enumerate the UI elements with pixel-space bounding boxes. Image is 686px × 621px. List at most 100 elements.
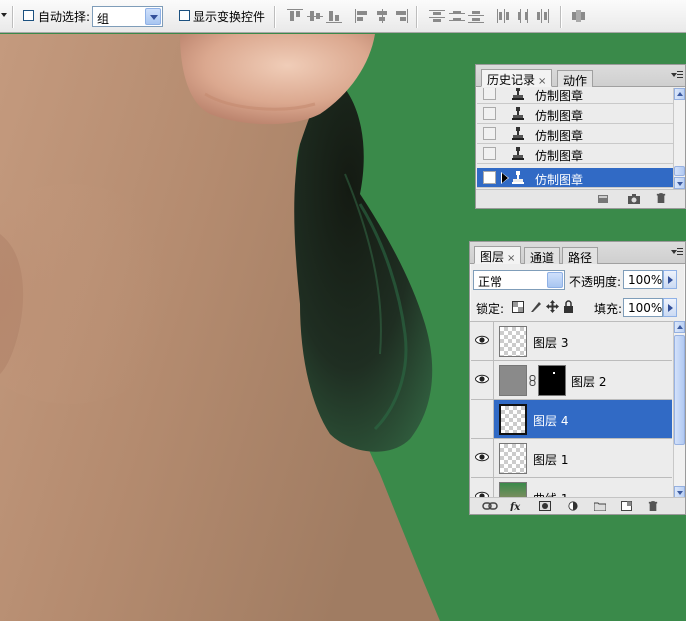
- layer-thumbnail: [499, 365, 527, 396]
- history-row[interactable]: 仿制图章: [477, 88, 673, 104]
- layer-thumbnail: [499, 443, 527, 474]
- visibility-cell[interactable]: [471, 439, 494, 477]
- new-document-from-state-icon[interactable]: [597, 194, 609, 204]
- align-horizontal-center-icon[interactable]: [374, 9, 390, 23]
- history-row[interactable]: 仿制图章: [477, 124, 673, 144]
- chevron-down-icon[interactable]: [547, 272, 563, 288]
- opacity-input[interactable]: 100%: [623, 270, 663, 289]
- layers-panel-tabs: 图层 × 通道 路径: [470, 242, 685, 265]
- fill-slider-icon[interactable]: [663, 298, 677, 317]
- layer-row-selected[interactable]: 图层 4: [471, 400, 672, 439]
- layer-thumbnail: [499, 404, 527, 435]
- panel-menu-icon[interactable]: [671, 248, 683, 258]
- distribute-bottom-icon[interactable]: [468, 9, 484, 23]
- history-panel-tabs: 历史记录 × 动作: [476, 65, 685, 88]
- new-layer-icon[interactable]: [621, 501, 633, 511]
- snapshot-checkbox[interactable]: [483, 147, 496, 160]
- eye-icon[interactable]: [475, 335, 489, 345]
- blend-mode-dropdown[interactable]: 正常: [473, 270, 565, 290]
- visibility-cell[interactable]: [471, 361, 494, 399]
- distribute-horizontal-center-icon[interactable]: [516, 9, 532, 23]
- close-icon[interactable]: ×: [507, 253, 515, 264]
- scroll-down-icon[interactable]: [674, 177, 685, 189]
- distribute-left-icon[interactable]: [496, 9, 512, 23]
- tab-layers[interactable]: 图层 ×: [474, 246, 522, 264]
- layer-mask-thumbnail[interactable]: [538, 365, 566, 396]
- align-left-icon[interactable]: [354, 9, 370, 23]
- add-mask-icon[interactable]: [539, 501, 551, 511]
- history-row[interactable]: 仿制图章: [477, 104, 673, 124]
- new-group-folder-icon[interactable]: [594, 501, 606, 511]
- auto-select-checkbox[interactable]: [23, 10, 34, 21]
- layer-name: 图层 3: [533, 336, 569, 350]
- layers-scrollbar[interactable]: [673, 321, 685, 498]
- eye-icon[interactable]: [475, 374, 489, 384]
- eye-icon[interactable]: [475, 452, 489, 462]
- tab-channels[interactable]: 通道: [524, 247, 561, 265]
- snapshot-checkbox[interactable]: [483, 88, 496, 100]
- scroll-up-icon[interactable]: [674, 88, 685, 100]
- snapshot-checkbox[interactable]: [483, 171, 496, 184]
- align-top-icon[interactable]: [287, 9, 303, 23]
- history-row-selected[interactable]: 仿制图章: [477, 168, 673, 188]
- chevron-down-icon[interactable]: [145, 8, 161, 25]
- snapshot-checkbox[interactable]: [483, 127, 496, 140]
- visibility-cell[interactable]: [471, 478, 494, 498]
- clone-stamp-icon: [512, 171, 524, 184]
- layers-list: 图层 3 图层 2 图层 4 图层 1: [470, 321, 685, 498]
- layer-row[interactable]: 图层 1: [471, 439, 672, 478]
- layer-row[interactable]: 曲线 1: [471, 478, 672, 498]
- distribute-top-icon[interactable]: [429, 9, 445, 23]
- panel-menu-icon[interactable]: [671, 71, 683, 81]
- align-bottom-icon[interactable]: [326, 9, 342, 23]
- tab-actions-label: 动作: [563, 74, 588, 88]
- distribute-vertical-center-icon[interactable]: [449, 9, 465, 23]
- trash-icon[interactable]: [655, 193, 667, 203]
- auto-select-dropdown[interactable]: 组: [92, 6, 163, 27]
- layer-row[interactable]: 图层 2: [471, 361, 672, 400]
- layer-row[interactable]: 图层 3: [471, 322, 672, 361]
- lock-position-icon[interactable]: [546, 300, 559, 313]
- fill-input[interactable]: 100%: [623, 298, 663, 317]
- tool-preset-dropdown-icon[interactable]: [1, 13, 7, 17]
- distribute-right-icon[interactable]: [535, 9, 551, 23]
- history-row-label: 仿制图章: [535, 129, 584, 143]
- scroll-up-icon[interactable]: [674, 321, 685, 333]
- visibility-cell[interactable]: [471, 322, 494, 360]
- lock-image-pixels-icon[interactable]: [529, 300, 542, 313]
- show-transform-checkbox[interactable]: [179, 10, 190, 21]
- history-list: 仿制图章 仿制图章 仿制图章 仿制图章 仿制图章: [476, 88, 685, 189]
- align-right-icon[interactable]: [393, 9, 409, 23]
- layer-name: 图层 1: [533, 453, 569, 467]
- history-row-label: 仿制图章: [535, 109, 584, 123]
- tab-history[interactable]: 历史记录 ×: [481, 69, 553, 87]
- history-row-label: 仿制图章: [535, 89, 584, 103]
- tab-layers-label: 图层: [480, 250, 505, 264]
- align-vertical-center-icon[interactable]: [307, 9, 323, 23]
- tab-paths[interactable]: 路径: [562, 247, 599, 265]
- clone-stamp-icon: [512, 147, 524, 160]
- scroll-thumb[interactable]: [674, 166, 685, 176]
- history-row[interactable]: 仿制图章: [477, 144, 673, 164]
- auto-align-layers-icon[interactable]: [571, 9, 587, 23]
- trash-icon[interactable]: [647, 501, 659, 511]
- layer-style-fx-icon[interactable]: fx: [510, 501, 526, 511]
- scroll-thumb[interactable]: [674, 335, 685, 445]
- adjustment-layer-icon[interactable]: [567, 501, 579, 511]
- visibility-cell[interactable]: [471, 400, 494, 438]
- clone-stamp-icon: [512, 88, 524, 100]
- chain-link-icon[interactable]: [529, 375, 536, 386]
- opacity-slider-icon[interactable]: [663, 270, 677, 289]
- opacity-label: 不透明度:: [569, 275, 622, 289]
- link-layers-icon[interactable]: [482, 501, 498, 511]
- history-scrollbar[interactable]: [673, 88, 685, 189]
- snapshot-checkbox[interactable]: [483, 107, 496, 120]
- camera-icon[interactable]: [628, 194, 640, 204]
- lock-transparent-pixels-icon[interactable]: [512, 301, 524, 313]
- tab-history-label: 历史记录: [487, 73, 536, 87]
- layer-thumbnail: [499, 482, 527, 498]
- tab-actions[interactable]: 动作: [557, 70, 594, 88]
- clone-stamp-icon: [512, 127, 524, 140]
- close-icon[interactable]: ×: [538, 76, 546, 87]
- lock-all-icon[interactable]: [563, 300, 574, 313]
